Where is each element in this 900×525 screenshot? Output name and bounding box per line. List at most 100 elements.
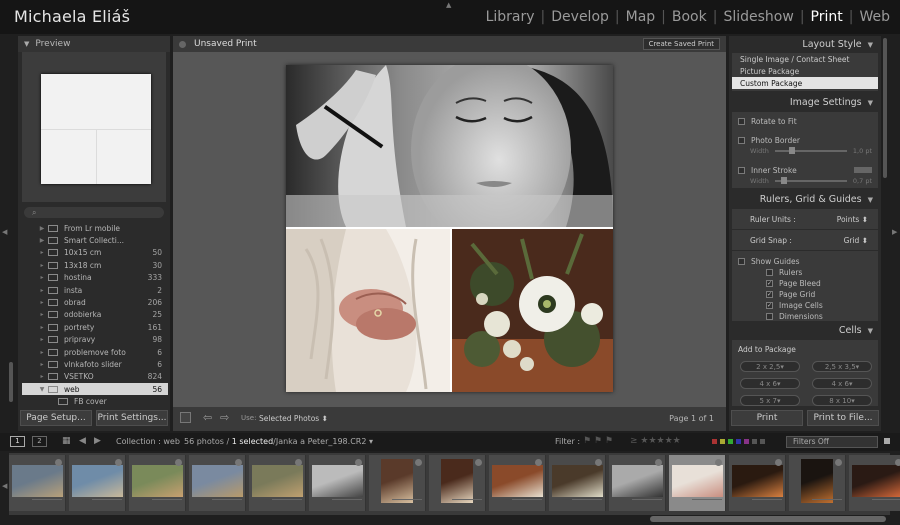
previous-page-arrow-icon[interactable]: ⇦	[203, 411, 212, 424]
module-book[interactable]: Book	[668, 9, 711, 25]
rotate-to-fit-checkbox[interactable]	[738, 117, 745, 125]
disclosure-triangle-icon[interactable]: ▶	[36, 225, 48, 232]
stroke-color-swatch[interactable]	[854, 167, 872, 173]
filmstrip-thumbnail[interactable]	[849, 455, 900, 511]
print-button[interactable]: Print	[731, 410, 803, 426]
disclosure-triangle-icon[interactable]: ▸	[36, 373, 48, 380]
disclosure-triangle-icon[interactable]: ▸	[36, 324, 48, 331]
collapse-triangle-icon[interactable]: ▼	[868, 327, 873, 335]
left-panel-scrollbar[interactable]	[9, 362, 13, 402]
primary-window-button[interactable]: 1	[10, 436, 25, 447]
disclosure-triangle-icon[interactable]: ▸	[36, 287, 48, 294]
collection-item[interactable]: ▸ hostina 333	[22, 272, 168, 284]
show-guides-row[interactable]: Show Guides	[732, 255, 878, 267]
collapse-left-arrow-icon[interactable]: ◀	[2, 228, 7, 236]
filmstrip-thumbnail[interactable]	[309, 455, 366, 511]
module-print[interactable]: Print	[807, 9, 847, 25]
print-to-file-button[interactable]: Print to File...	[807, 410, 879, 426]
layout-style-header[interactable]: Layout Style ▼	[729, 36, 881, 53]
disclosure-triangle-icon[interactable]: ▸	[36, 349, 48, 356]
grid-view-icon[interactable]: ▦	[62, 436, 71, 446]
collection-item[interactable]: FB cover	[22, 395, 168, 407]
filmstrip-thumbnail[interactable]	[669, 455, 726, 511]
filmstrip-thumbnail[interactable]	[129, 455, 186, 511]
forward-arrow-icon[interactable]: ▶	[94, 436, 101, 446]
collection-item[interactable]: ▸ VSETKO 824	[22, 371, 168, 383]
collection-item[interactable]: ▶ Smart Collecti...	[22, 234, 168, 246]
filter-lock-icon[interactable]	[884, 438, 890, 444]
secondary-window-button[interactable]: 2	[32, 436, 47, 447]
right-panel-scrollbar[interactable]	[883, 38, 887, 178]
rotate-to-fit-row[interactable]: Rotate to Fit	[738, 115, 872, 127]
disclosure-triangle-icon[interactable]: ▸	[36, 311, 48, 318]
filmstrip-thumbnail[interactable]	[609, 455, 666, 511]
photo-cell-bouquet[interactable]	[452, 229, 613, 392]
collapse-triangle-icon[interactable]: ▼	[24, 40, 29, 48]
filmstrip-thumbnail[interactable]	[69, 455, 126, 511]
photo-border-checkbox[interactable]	[738, 136, 745, 144]
collapse-right-arrow-icon[interactable]: ▶	[892, 228, 897, 236]
filmstrip-thumbnail[interactable]	[9, 455, 66, 511]
create-saved-print-button[interactable]: Create Saved Print	[642, 38, 720, 50]
collection-item[interactable]: ▼ web 56	[22, 383, 168, 396]
inner-stroke-row[interactable]: Inner Stroke	[738, 164, 872, 176]
next-page-arrow-icon[interactable]: ⇨	[220, 411, 229, 424]
show-guides-checkbox[interactable]	[738, 257, 745, 265]
module-web[interactable]: Web	[855, 9, 894, 25]
filmstrip-thumbnail[interactable]	[369, 455, 426, 511]
disclosure-triangle-icon[interactable]: ▸	[36, 249, 48, 256]
cell-size-button[interactable]: 2 x 2,5 ▾	[740, 361, 800, 372]
filmstrip-scrollbar[interactable]	[650, 516, 886, 522]
guide-option[interactable]: Rulers	[766, 267, 878, 278]
collection-item[interactable]: ▸ problemove foto 6	[22, 346, 168, 358]
collection-item[interactable]: ▸ odobierka 25	[22, 309, 168, 321]
collection-item[interactable]: ▸ pripravy 98	[22, 334, 168, 346]
cells-header[interactable]: Cells ▼	[729, 322, 881, 339]
slider-knob[interactable]	[780, 177, 787, 184]
filmstrip-thumbnail[interactable]	[549, 455, 606, 511]
inner-stroke-checkbox[interactable]	[738, 166, 745, 174]
module-map[interactable]: Map	[622, 9, 660, 25]
grid-snap-row[interactable]: Grid Snap : Grid ⬍	[732, 232, 878, 248]
layout-custom-package[interactable]: Custom Package	[732, 77, 878, 89]
cell-size-button[interactable]: 2,5 x 3,5 ▾	[812, 361, 872, 372]
back-arrow-icon[interactable]: ◀	[79, 436, 86, 446]
guide-option[interactable]: ✓ Image Cells	[766, 300, 878, 311]
filmstrip-thumbnail[interactable]	[249, 455, 306, 511]
photo-cell-bride-makeup[interactable]	[286, 65, 613, 227]
disclosure-triangle-icon[interactable]: ▸	[36, 361, 48, 368]
disclosure-triangle-icon[interactable]: ▼	[36, 386, 48, 393]
rulers-grid-guides-header[interactable]: Rulers, Grid & Guides ▼	[729, 191, 881, 208]
cell-size-button[interactable]: 4 x 6 ▾	[740, 378, 800, 389]
filmstrip-thumbnail[interactable]	[429, 455, 486, 511]
print-settings-button[interactable]: Print Settings...	[96, 410, 168, 426]
filmstrip-thumbnail[interactable]	[189, 455, 246, 511]
cell-size-button[interactable]: 4 x 6 ▾	[812, 378, 872, 389]
disclosure-triangle-icon[interactable]: ▸	[36, 262, 48, 269]
collapse-triangle-icon[interactable]: ▼	[868, 99, 873, 107]
color-label-filters[interactable]	[712, 439, 765, 444]
ruler-units-row[interactable]: Ruler Units : Points ⬍	[732, 211, 878, 227]
cell-size-button[interactable]: 5 x 7 ▾	[740, 395, 800, 406]
guide-option[interactable]: ✓ Page Bleed	[766, 278, 878, 289]
filters-dropdown[interactable]: Filters Off	[786, 436, 878, 448]
disclosure-triangle-icon[interactable]: ▸	[36, 274, 48, 281]
border-width-slider[interactable]: Width 1,0 pt	[738, 146, 872, 156]
collection-item[interactable]: ▸ 13x18 cm 30	[22, 259, 168, 271]
collapse-triangle-icon[interactable]: ▼	[868, 196, 873, 204]
guide-checkbox[interactable]: ✓	[766, 291, 773, 298]
use-selector[interactable]: Selected Photos ⬍	[259, 414, 328, 423]
stroke-width-slider[interactable]: Width 0,7 pt	[738, 176, 872, 186]
collection-item[interactable]: ▶ From Lr mobile	[22, 222, 168, 234]
filmstrip-status[interactable]: 56 photos / 1 selected/Janka a Peter_198…	[184, 437, 373, 446]
layout-picture-package[interactable]: Picture Package	[732, 65, 878, 77]
guide-option[interactable]: Dimensions	[766, 311, 878, 322]
filmstrip-thumbnail[interactable]	[789, 455, 846, 511]
module-develop[interactable]: Develop	[547, 9, 613, 25]
page-setup-button[interactable]: Page Setup...	[20, 410, 92, 426]
rating-filter-stars[interactable]: ≥ ★★★★★	[630, 436, 681, 446]
slider-knob[interactable]	[788, 147, 795, 154]
guide-checkbox[interactable]: ✓	[766, 280, 773, 287]
collection-item[interactable]: ▸ portrety 161	[22, 321, 168, 333]
preview-header[interactable]: ▼ Preview	[18, 36, 170, 52]
